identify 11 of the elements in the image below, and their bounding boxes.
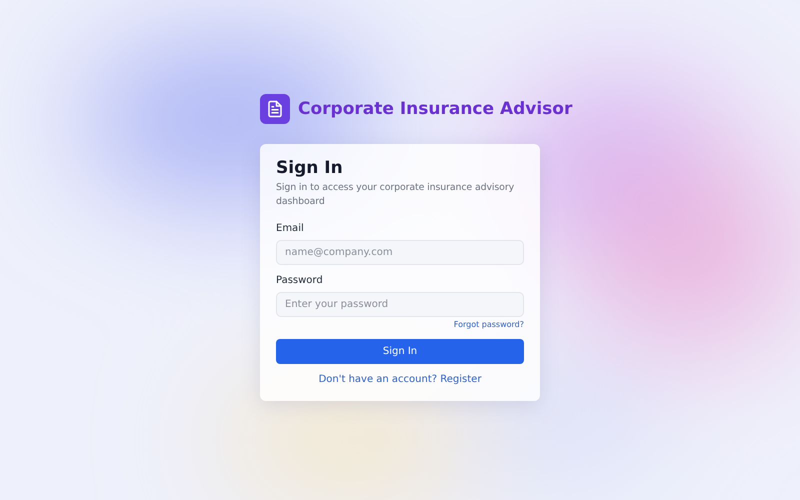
- register-link[interactable]: Don't have an account? Register: [318, 374, 482, 385]
- password-field[interactable]: Enter your password: [276, 292, 524, 317]
- field-label: Email: [276, 223, 304, 234]
- card-subtitle: Sign in to access your corporate insurance advisory dashboard: [276, 181, 516, 209]
- forgot-password-link[interactable]: Forgot password?: [454, 320, 524, 329]
- document-icon: [260, 94, 290, 124]
- card-title: Sign In: [276, 158, 344, 178]
- sign-in-button[interactable]: Sign In: [276, 339, 524, 364]
- field-label: Password: [276, 275, 323, 286]
- email-field[interactable]: name@company.com: [276, 240, 524, 265]
- app-title: Corporate Insurance Advisor: [298, 99, 572, 119]
